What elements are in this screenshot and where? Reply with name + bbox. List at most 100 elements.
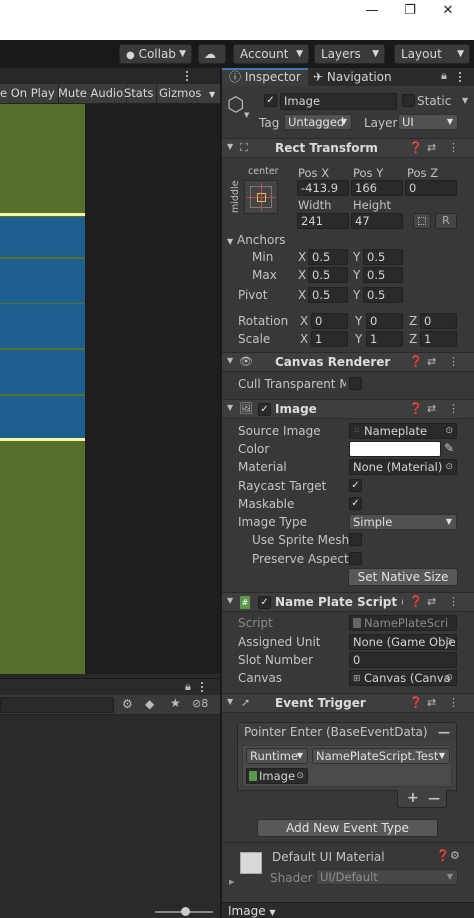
cloud-button[interactable]: ☁ [198, 44, 226, 64]
maskable-checkbox[interactable]: ✓ [349, 497, 362, 510]
pos-z-field[interactable]: 0 [405, 180, 457, 196]
lock-icon[interactable]: 🔒︎ [441, 69, 447, 83]
height-field[interactable]: 47 [351, 213, 403, 229]
add-listener-button[interactable]: + [407, 790, 419, 806]
pivot-y-field[interactable]: 0.5 [363, 287, 403, 303]
cull-checkbox[interactable] [349, 377, 362, 390]
maximize-on-play-button[interactable]: e On Play [0, 84, 59, 104]
slot-number-field[interactable]: 0 [349, 652, 457, 668]
hidden-packages-button[interactable]: ⊘8 [192, 697, 208, 710]
sprite-mesh-checkbox[interactable] [349, 533, 362, 546]
more-icon[interactable]: ⋮ [448, 355, 459, 368]
anchor-preset-button[interactable] [244, 180, 278, 214]
object-picker-icon[interactable]: ⊙ [445, 671, 453, 685]
raw-edit-button[interactable]: R [435, 213, 457, 229]
material-field[interactable]: None (Material) ⊙ [349, 459, 457, 475]
width-field[interactable]: 241 [297, 213, 349, 229]
presets-icon[interactable]: ⇄ [427, 595, 436, 608]
stats-button[interactable]: Stats [121, 84, 158, 104]
more-icon[interactable]: ⋮ [448, 696, 459, 709]
pivot-x-field[interactable]: 0.5 [308, 287, 348, 303]
pos-y-field[interactable]: 166 [351, 180, 403, 196]
more-icon[interactable]: ⋮ [448, 595, 459, 608]
rect-transform-header[interactable]: ▼ ⛶ Rect Transform ❓ ⇄ ⋮ [222, 138, 474, 158]
static-checkbox[interactable] [402, 94, 415, 107]
gameobject-cube-icon[interactable]: ⬡ [227, 92, 244, 116]
maximize-icon[interactable]: ❐ [395, 2, 425, 20]
label-icon[interactable]: ◆ [145, 697, 154, 711]
image-header[interactable]: ▼ 🖼︎ ✓ Image ❓ ⇄ ⋮ [222, 399, 474, 419]
pos-x-field[interactable]: -413.9 [297, 180, 349, 196]
help-icon[interactable]: ❓ [409, 402, 423, 415]
rot-z-field[interactable]: 0 [420, 313, 457, 329]
layer-dropdown[interactable]: UI ▼ [398, 114, 458, 130]
filter-type-icon[interactable]: ⚙ [122, 697, 133, 711]
presets-icon[interactable]: ⇄ [427, 696, 436, 709]
gear-icon[interactable]: ⚙ [450, 849, 460, 862]
footer-label[interactable]: Image ▼ [228, 903, 276, 918]
object-picker-icon[interactable]: ⊙ [445, 424, 453, 438]
rot-x-field[interactable]: 0 [311, 313, 348, 329]
more-icon[interactable] [186, 71, 189, 81]
tab-inspector[interactable]: ⓘ Inspector [229, 68, 301, 86]
more-icon[interactable] [201, 682, 204, 692]
remove-listener-button[interactable]: — [428, 790, 440, 806]
more-icon[interactable]: ⋮ [448, 402, 459, 415]
script-enabled-checkbox[interactable]: ✓ [258, 596, 271, 609]
chevron-down-icon[interactable]: ▼ [244, 111, 249, 119]
runtime-dropdown[interactable]: Runtime ▼ [246, 748, 308, 764]
assigned-unit-field[interactable]: None (Game Obje ⊙ [349, 634, 457, 650]
object-name-field[interactable]: Image [280, 93, 397, 110]
gizmos-button[interactable]: Gizmos ▼ [156, 84, 218, 104]
lock-icon[interactable]: 🔒︎ [185, 680, 191, 694]
close-icon[interactable]: ✕ [433, 2, 463, 20]
event-trigger-header[interactable]: ▼ ➚ Event Trigger ❓ ⇄ ⋮ [222, 693, 474, 713]
star-icon[interactable]: ★ [170, 696, 181, 710]
object-picker-icon[interactable]: ⊙ [445, 460, 453, 474]
active-checkbox[interactable]: ✓ [264, 94, 277, 107]
min-x-field[interactable]: 0.5 [308, 249, 348, 265]
rot-y-field[interactable]: 0 [366, 313, 403, 329]
color-swatch[interactable] [349, 441, 441, 457]
raycast-checkbox[interactable]: ✓ [349, 479, 362, 492]
scale-z-field[interactable]: 1 [420, 331, 457, 347]
account-dropdown[interactable]: Account ▼ [233, 44, 309, 64]
game-scene[interactable] [0, 104, 85, 674]
scale-y-field[interactable]: 1 [366, 331, 403, 347]
presets-icon[interactable]: ⇄ [427, 141, 436, 154]
source-image-field[interactable]: ⁙ Nameplate ⊙ [349, 423, 457, 439]
mute-audio-button[interactable]: Mute Audio [55, 84, 128, 104]
canvas-field[interactable]: ⊞ Canvas (Canva ⊙ [349, 670, 457, 686]
zoom-slider-thumb[interactable] [181, 907, 190, 916]
more-icon[interactable]: ⋮ [448, 141, 459, 154]
preserve-aspect-checkbox[interactable] [349, 552, 362, 565]
help-icon[interactable]: ❓ [409, 696, 423, 709]
object-picker-icon[interactable]: ⊙ [296, 769, 304, 783]
presets-icon[interactable]: ⇄ [427, 402, 436, 415]
tag-dropdown[interactable]: Untagged ▼ [284, 114, 352, 130]
blueprint-mode-button[interactable] [413, 213, 431, 229]
more-icon[interactable] [459, 72, 462, 82]
material-preview-icon[interactable] [240, 852, 262, 874]
help-icon[interactable]: ❓ [409, 595, 423, 608]
eyedropper-icon[interactable]: ✎ [444, 441, 454, 455]
name-plate-script-header[interactable]: ▼ # ✓ Name Plate Script (Scri ❓ ⇄ ⋮ [222, 592, 474, 612]
tab-navigation[interactable]: ✈ Navigation [313, 68, 392, 86]
min-y-field[interactable]: 0.5 [363, 249, 403, 265]
image-enabled-checkbox[interactable]: ✓ [258, 403, 271, 416]
set-native-size-button[interactable]: Set Native Size [348, 568, 458, 586]
presets-icon[interactable]: ⇄ [427, 355, 436, 368]
remove-event-button[interactable]: — [438, 724, 450, 740]
target-field[interactable]: Image ⊙ [246, 768, 308, 784]
search-input[interactable] [0, 697, 114, 713]
canvas-renderer-header[interactable]: ▼ 👁︎ Canvas Renderer ❓ ⇄ ⋮ [222, 352, 474, 372]
function-dropdown[interactable]: NamePlateScript.Test ▼ [312, 748, 450, 764]
anchors-foldout[interactable]: ▼ Anchors [227, 232, 286, 250]
help-icon[interactable]: ❓ [409, 141, 423, 154]
collab-button[interactable]: ● Collab ▼ [119, 44, 192, 64]
object-picker-icon[interactable]: ⊙ [445, 635, 453, 649]
scale-x-field[interactable]: 1 [311, 331, 348, 347]
chevron-down-icon[interactable]: ▼ [462, 96, 468, 105]
minimize-icon[interactable]: — [357, 2, 387, 20]
image-type-dropdown[interactable]: Simple ▼ [349, 514, 457, 530]
